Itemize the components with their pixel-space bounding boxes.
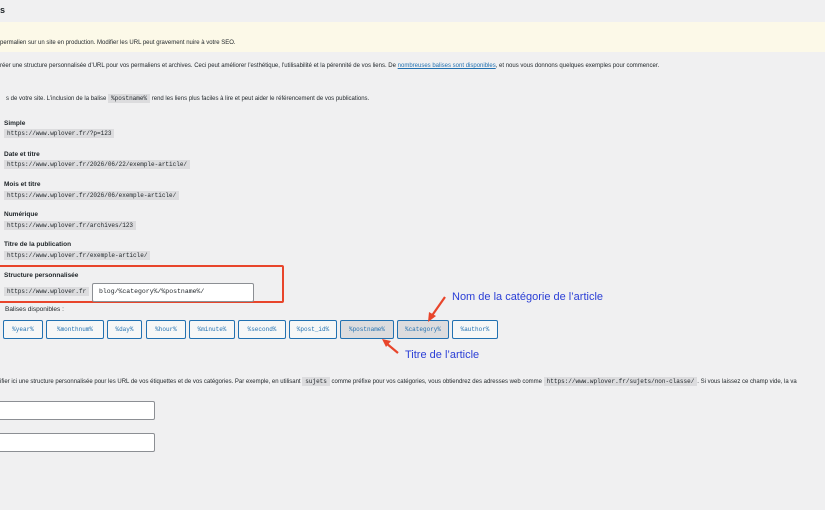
optional-description-middle: comme préfixe pour vos catégories, vous … bbox=[329, 379, 544, 385]
tag-base-input[interactable] bbox=[0, 433, 155, 452]
example-url-code: https://www.wplover.fr/sujets/non-classe… bbox=[543, 377, 698, 386]
sujets-code: sujets bbox=[302, 377, 330, 386]
title-annotation: Titre de l’article bbox=[405, 349, 480, 361]
postname-arrow-icon bbox=[382, 339, 399, 354]
optional-description: ifier ici une structure personnalisée po… bbox=[0, 377, 797, 386]
optional-description-after: . Si vous laissez ce champ vide, la va bbox=[697, 379, 797, 385]
category-base-input[interactable] bbox=[0, 401, 155, 420]
category-arrow-icon bbox=[428, 296, 446, 322]
category-annotation: Nom de la catégorie de l’article bbox=[452, 291, 604, 303]
optional-description-before: ifier ici une structure personnalisée po… bbox=[0, 379, 303, 385]
